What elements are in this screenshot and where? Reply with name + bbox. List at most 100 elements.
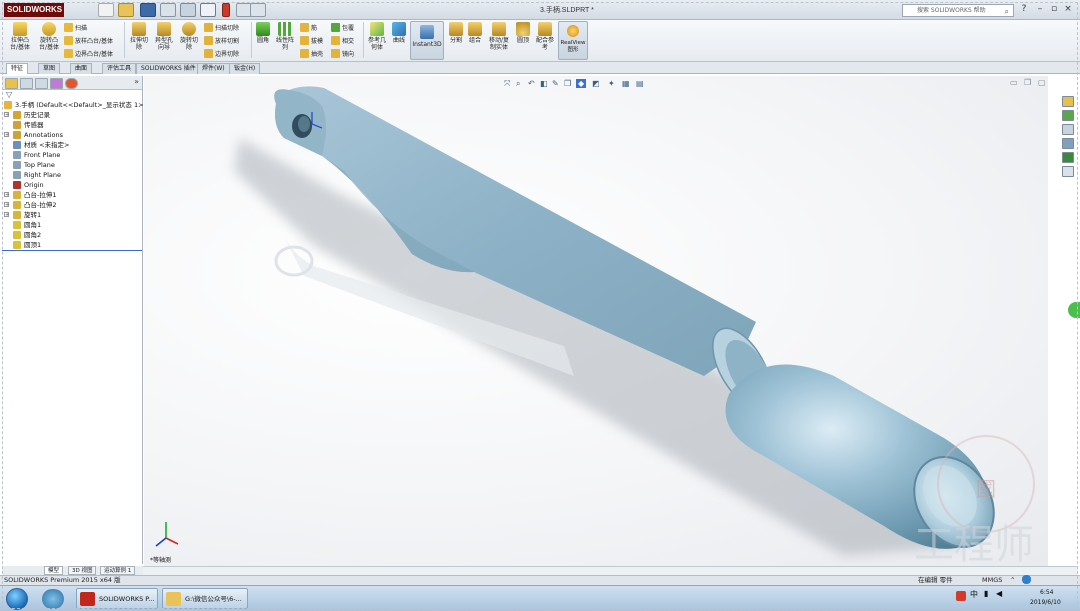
chevron-up-icon[interactable]: ⌃ <box>1010 576 1015 585</box>
tab-sketch[interactable]: 草图 <box>38 63 61 74</box>
tree-item[interactable]: Top Plane <box>2 160 142 170</box>
solidworks-resources-icon[interactable] <box>1062 96 1074 107</box>
tab-weldments[interactable]: 焊件(W) <box>197 63 230 74</box>
expand-icon[interactable]: + <box>4 212 9 218</box>
tree-item[interactable]: Origin <box>2 180 142 190</box>
custom-properties-icon[interactable] <box>1062 166 1074 177</box>
volume-icon[interactable]: ◀ <box>996 589 1002 598</box>
loft-boss-button[interactable]: 放样凸台/基体 <box>64 36 113 46</box>
realview-button[interactable]: RealView 图形 <box>558 21 588 60</box>
loft-cut-button[interactable]: 放样切割 <box>204 36 239 46</box>
file-explorer-icon[interactable] <box>1062 124 1074 135</box>
clock-time[interactable]: 6:54 <box>1040 589 1053 596</box>
revolve-cut-button[interactable]: 旋转切 除 <box>177 22 201 51</box>
help-button[interactable]: ? <box>1018 4 1030 16</box>
chevron-right-icon[interactable]: » <box>134 77 139 86</box>
open-folder-icon[interactable] <box>118 3 134 17</box>
tree-item[interactable]: + 旋转1 <box>2 210 142 220</box>
tree-filter[interactable]: ▽ <box>2 90 142 100</box>
rollback-bar[interactable] <box>2 250 142 251</box>
search-icon[interactable]: ⌕ <box>1005 6 1009 17</box>
new-document-icon[interactable] <box>98 3 114 17</box>
draft-button[interactable]: 拔模 <box>300 36 323 46</box>
expand-icon[interactable]: + <box>4 192 9 198</box>
tab-addins[interactable]: SOLIDWORKS 插件 <box>136 63 201 74</box>
print-icon[interactable] <box>160 3 176 17</box>
start-button[interactable] <box>6 588 28 610</box>
dimxpert-tab-icon[interactable] <box>50 78 63 89</box>
side-handle-icon[interactable] <box>1068 302 1080 318</box>
sweep-button[interactable]: 扫描 <box>64 23 87 33</box>
taskbar-item-folder[interactable]: G:\微信公众号\6-... <box>162 588 248 609</box>
tab-features[interactable]: 特征 <box>6 63 29 74</box>
tab-evaluate[interactable]: 评估工具 <box>102 63 137 74</box>
appearances-icon[interactable] <box>1062 152 1074 163</box>
property-manager-tab-icon[interactable] <box>20 78 33 89</box>
options-icon[interactable] <box>250 3 266 17</box>
design-library-icon[interactable] <box>1062 110 1074 121</box>
instant3d-button[interactable]: Instant3D <box>410 21 444 60</box>
configuration-tab-icon[interactable] <box>35 78 48 89</box>
tree-item[interactable]: + 凸台-拉伸2 <box>2 200 142 210</box>
restore-button[interactable]: ▫ <box>1048 4 1060 16</box>
filter-icon[interactable]: ▽ <box>6 90 12 99</box>
dome-button[interactable]: 圆顶 <box>514 22 532 44</box>
extrude-cut-button[interactable]: 拉伸切 除 <box>127 22 151 51</box>
tab-motion-study[interactable]: 运动算例 1 <box>100 566 136 575</box>
part-model-view[interactable]: 國 工程师 <box>144 76 1048 566</box>
combine-button[interactable]: 组合 <box>466 22 484 44</box>
expand-icon[interactable]: + <box>4 112 9 118</box>
solidworks-logo[interactable]: SOLIDWORKS <box>4 3 64 17</box>
intersect-button[interactable]: 相交 <box>331 36 354 46</box>
rib-button[interactable]: 筋 <box>300 23 317 33</box>
boundary-boss-button[interactable]: 边界凸台/基体 <box>64 49 113 59</box>
hole-wizard-button[interactable]: 异型孔 向导 <box>152 22 176 51</box>
minimize-button[interactable]: – <box>1034 4 1046 16</box>
tree-item[interactable]: Front Plane <box>2 150 142 160</box>
extrude-boss-button[interactable]: 拉伸凸 台/基体 <box>6 22 34 51</box>
tree-item[interactable]: 传感器 <box>2 120 142 130</box>
wrap-button[interactable]: 包覆 <box>331 23 354 33</box>
tree-root[interactable]: 3.手柄 (Default<<Default>_显示状态 1>) <box>2 100 146 110</box>
tree-item[interactable]: 圆角1 <box>2 220 142 230</box>
curves-button[interactable]: 曲线 <box>390 22 408 44</box>
tab-surfaces[interactable]: 曲面 <box>70 63 93 74</box>
tree-item[interactable]: 圆角2 <box>2 230 142 240</box>
expand-icon[interactable]: + <box>4 132 9 138</box>
undo-icon[interactable] <box>180 3 196 17</box>
network-icon[interactable]: ▮ <box>984 589 988 598</box>
tab-3d-views[interactable]: 3D 视图 <box>68 566 97 575</box>
notification-icon[interactable] <box>1022 575 1031 584</box>
tree-item[interactable]: Right Plane <box>2 170 142 180</box>
pinned-app-icon[interactable] <box>42 589 64 609</box>
input-language[interactable]: 中 <box>970 589 978 600</box>
mate-reference-button[interactable]: 配合参 考 <box>534 22 556 51</box>
save-icon[interactable] <box>140 3 156 17</box>
tree-item[interactable]: + 历史记录 <box>2 110 142 120</box>
help-search-input[interactable]: 搜索 SOLIDWORKS 帮助 ⌕ <box>902 4 1014 17</box>
shell-button[interactable]: 抽壳 <box>300 49 323 59</box>
tree-item[interactable]: 圆顶1 <box>2 240 142 250</box>
select-arrow-icon[interactable] <box>200 3 216 17</box>
mirror-button[interactable]: 镜向 <box>331 49 354 59</box>
tree-item[interactable]: + 凸台-拉伸1 <box>2 190 142 200</box>
status-units[interactable]: MMGS <box>982 576 1002 585</box>
sweep-cut-button[interactable]: 扫描切除 <box>204 23 239 33</box>
tab-sheetmetal[interactable]: 钣金(H) <box>229 63 261 74</box>
close-button[interactable]: × <box>1062 4 1074 16</box>
boundary-cut-button[interactable]: 边界切除 <box>204 49 239 59</box>
reference-geometry-button[interactable]: 参考几 何体 <box>366 22 388 51</box>
tray-app-icon[interactable] <box>956 591 966 601</box>
tree-item[interactable]: 材质 <未指定> <box>2 140 142 150</box>
feature-tree-tab-icon[interactable] <box>5 78 18 89</box>
view-palette-icon[interactable] <box>1062 138 1074 149</box>
revolve-boss-button[interactable]: 旋转凸 台/基体 <box>35 22 63 51</box>
graphics-area[interactable]: ⤧ ⌕ ↶ ◧ ✎ ❒ ◆ ◩ ✦ ▦ ▤ ▭ ❐ ▢ 國 工程师 *等轴测 <box>144 76 1048 566</box>
tree-item[interactable]: + Annotations <box>2 130 142 140</box>
display-manager-tab-icon[interactable] <box>65 78 78 89</box>
tab-model[interactable]: 模型 <box>44 566 64 575</box>
move-copy-body-button[interactable]: 移动/复 制实体 <box>486 22 512 51</box>
rebuild-icon[interactable] <box>222 3 230 17</box>
split-button[interactable]: 分割 <box>447 22 465 44</box>
fillet-button[interactable]: 圆角 <box>254 22 272 44</box>
